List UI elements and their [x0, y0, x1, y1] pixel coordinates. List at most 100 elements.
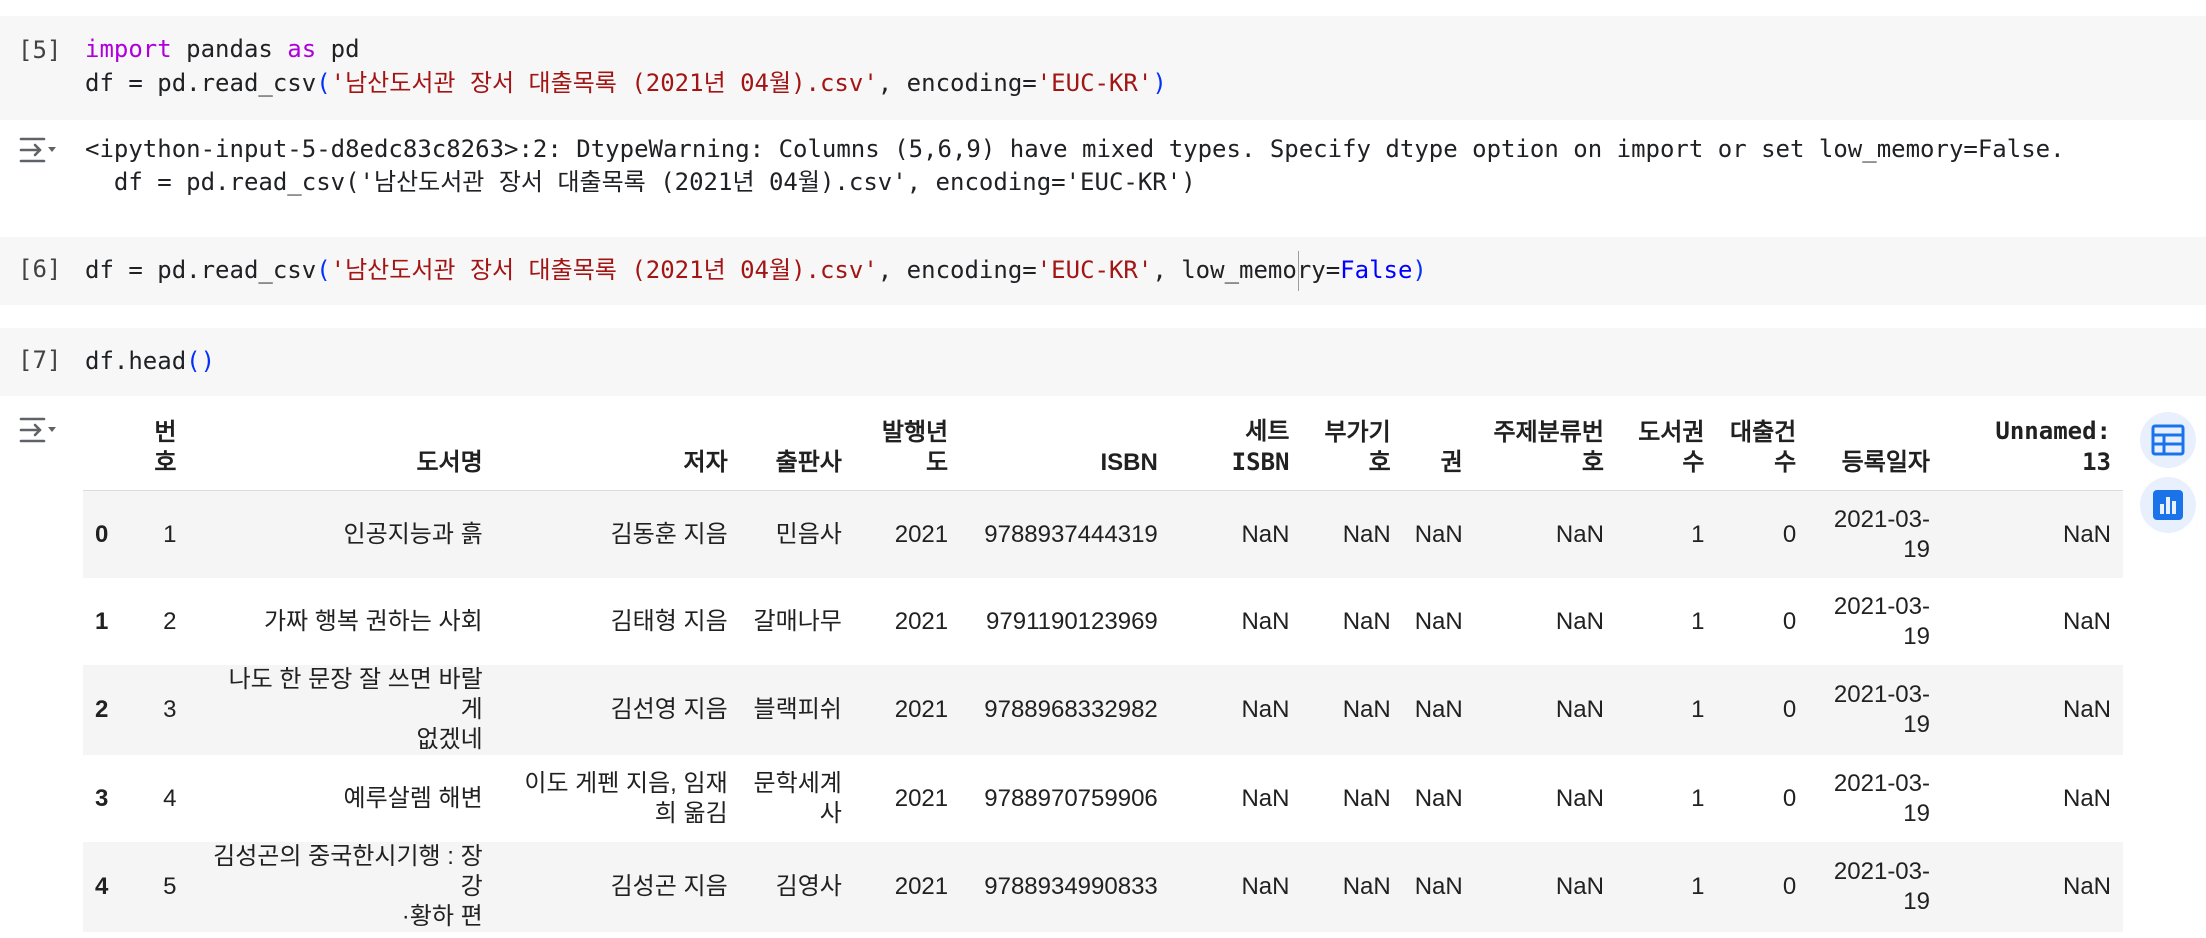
- code-line[interactable]: import pandas as pd: [85, 32, 360, 66]
- cell-author: 김태형 지음: [495, 578, 740, 665]
- code-line[interactable]: df = pd.read_csv('남산도서관 장서 대출목록 (2021년 0…: [85, 66, 1167, 100]
- code-text: df = pd.read_csv: [85, 256, 317, 284]
- warning-text: df = pd.read_csv('남산도서관 장서 대출목록 (2021년 0…: [85, 168, 1196, 196]
- code-text: pandas: [171, 35, 288, 63]
- code-cell-7[interactable]: [7] df.head(): [0, 328, 2206, 396]
- cell-author: 김성곤 지음: [495, 842, 740, 932]
- column-header-copies: 도서권 수: [1615, 410, 1717, 491]
- cell-isbn: 9788970759906: [984, 784, 1158, 812]
- column-header-isbn: ISBN: [960, 410, 1170, 491]
- cell-loans: 0: [1782, 873, 1797, 900]
- header-line: 번: [154, 419, 177, 446]
- table-body: 0 1 인공지능과 흙 김동훈 지음 민음사 2021 9788937444319 NaN Na…: [83, 490, 2123, 932]
- column-header-year: 발행년 도: [853, 410, 961, 491]
- header-line: 도서명: [416, 449, 483, 476]
- cell-text: 2021-03-: [1833, 505, 1930, 533]
- cell-no: 5: [163, 873, 177, 900]
- column-header-no: 번호: [142, 410, 189, 491]
- header-line: 발행년: [881, 419, 949, 446]
- column-header-publisher: 출판사: [739, 410, 854, 491]
- cell-set-isbn: NaN: [1241, 873, 1290, 900]
- cell-text: 19: [1903, 535, 1930, 563]
- cell-publisher: 문학세계 사: [740, 755, 854, 842]
- cell-isbn: 9788937444319: [984, 520, 1158, 548]
- cell-set-isbn: NaN: [1241, 784, 1290, 812]
- cell-reg-date: 2021-03- 19: [1808, 578, 1942, 665]
- cell-isbn: 9791190123969: [986, 607, 1158, 635]
- cell-text: 김영사: [775, 873, 842, 900]
- table-row: 2 3 나도 한 문장 잘 쓰면 바랄 게 없겠네 김선영 지음 블랙피쉬 2021 9788…: [83, 665, 2123, 755]
- cell-subject-code: NaN: [1555, 607, 1604, 635]
- cell-additional-code: NaN: [1342, 873, 1391, 900]
- cell-volume: NaN: [1414, 520, 1463, 548]
- cell-text: 문학세계: [753, 769, 842, 797]
- paren: (): [186, 347, 216, 375]
- cell-isbn: 9788934990833: [984, 873, 1158, 900]
- paren: (: [316, 256, 331, 284]
- string-literal: '남산도서관 장서 대출목록 (2021년 04월).csv': [330, 256, 878, 284]
- header-line: 호: [1368, 449, 1391, 476]
- cell-year: 2021: [894, 607, 949, 635]
- interactive-table-button[interactable]: [2140, 412, 2196, 468]
- cell-text: 김태형 지음: [610, 607, 728, 635]
- cell-no: 1: [163, 520, 177, 548]
- code-line[interactable]: df.head(): [85, 344, 215, 378]
- cell-text: 없겠네: [416, 726, 483, 753]
- keyword-constant: False: [1340, 256, 1413, 284]
- cell-reg-date: 2021-03- 19: [1808, 842, 1942, 932]
- suggest-chart-button[interactable]: [2140, 477, 2196, 533]
- cell-publisher: 갈매나무: [740, 578, 854, 665]
- cell-volume: NaN: [1414, 873, 1463, 900]
- paren: ): [1412, 256, 1427, 284]
- cell-subject-code: NaN: [1555, 784, 1604, 812]
- code-line[interactable]: df = pd.read_csv('남산도서관 장서 대출목록 (2021년 0…: [85, 253, 1427, 287]
- paren: ): [1152, 69, 1167, 97]
- code-cell-5[interactable]: [5] import pandas as pd df = pd.read_csv…: [0, 16, 2206, 120]
- cell-loans: 0: [1782, 784, 1797, 812]
- header-line: 저자: [683, 449, 728, 476]
- cell-copies: 1: [1691, 520, 1705, 548]
- collapse-output-icon[interactable]: [18, 414, 58, 450]
- header-line: 세트: [1245, 417, 1290, 445]
- table-icon: [2151, 424, 2185, 456]
- column-header-volume: 권: [1402, 410, 1475, 491]
- cell-title: 김성곤의 중국한시기행 : 장강 ·황하 편: [189, 842, 495, 932]
- cell-index: 4: [95, 873, 109, 900]
- header-line: 13: [2082, 448, 2111, 476]
- cell-additional-code: NaN: [1342, 784, 1391, 812]
- cell-text: 가짜 행복 권하는 사회: [263, 607, 483, 635]
- collapse-output-icon[interactable]: [18, 134, 58, 170]
- header-line: 대출건: [1730, 419, 1797, 446]
- table-row: 0 1 인공지능과 흙 김동훈 지음 민음사 2021 9788937444319 NaN Na…: [83, 490, 2123, 579]
- cell-reg-date: 2021-03- 19: [1808, 665, 1942, 755]
- cell-title: 예루살렘 해변: [189, 755, 495, 842]
- cell-unnamed-13: NaN: [2062, 520, 2111, 548]
- cell-volume: NaN: [1414, 784, 1463, 812]
- string-literal: 'EUC-KR': [1036, 69, 1153, 97]
- header-line: 도서권: [1638, 419, 1705, 446]
- code-text: , low_memory=: [1152, 256, 1341, 284]
- column-header-loans: 대출건 수: [1716, 410, 1809, 491]
- cell-reg-date: 2021-03- 19: [1808, 491, 1942, 579]
- cell-unnamed-13: NaN: [2062, 873, 2111, 900]
- cell-text: 인공지능과 흙: [343, 520, 483, 548]
- dataframe-output: 번 호 도서명 저자 출판사 발행년 도 ISBN 세트 ISBN 부가기 호 권 주제분류번 호 도서권 수 대…: [83, 410, 2123, 932]
- cell-author: 이도 게펜 지음, 임재 희 옮김: [495, 755, 740, 842]
- cell-text: 2021-03-: [1833, 592, 1930, 620]
- cell-no: 4: [163, 784, 177, 812]
- cell-copies: 1: [1691, 696, 1705, 723]
- header-line: 주제분류번: [1493, 419, 1604, 446]
- cell-loans: 0: [1782, 696, 1797, 723]
- cell-no: 3: [163, 696, 177, 723]
- cell-year: 2021: [894, 520, 949, 548]
- cell-text: 나도 한 문장 잘 쓰면 바랄 게: [228, 666, 483, 723]
- cell-set-isbn: NaN: [1241, 520, 1290, 548]
- cell-additional-code: NaN: [1342, 607, 1391, 635]
- code-cell-6[interactable]: [6] df = pd.read_csv('남산도서관 장서 대출목록 (202…: [0, 237, 2206, 305]
- code-text: df.head: [85, 347, 187, 375]
- cell-author: 김선영 지음: [495, 665, 740, 755]
- column-header-title: 도서명: [188, 410, 495, 491]
- cell-publisher: 민음사: [740, 491, 854, 579]
- cell-text: 김동훈 지음: [610, 520, 728, 548]
- column-header-subject-code: 주제분류번 호: [1474, 410, 1616, 491]
